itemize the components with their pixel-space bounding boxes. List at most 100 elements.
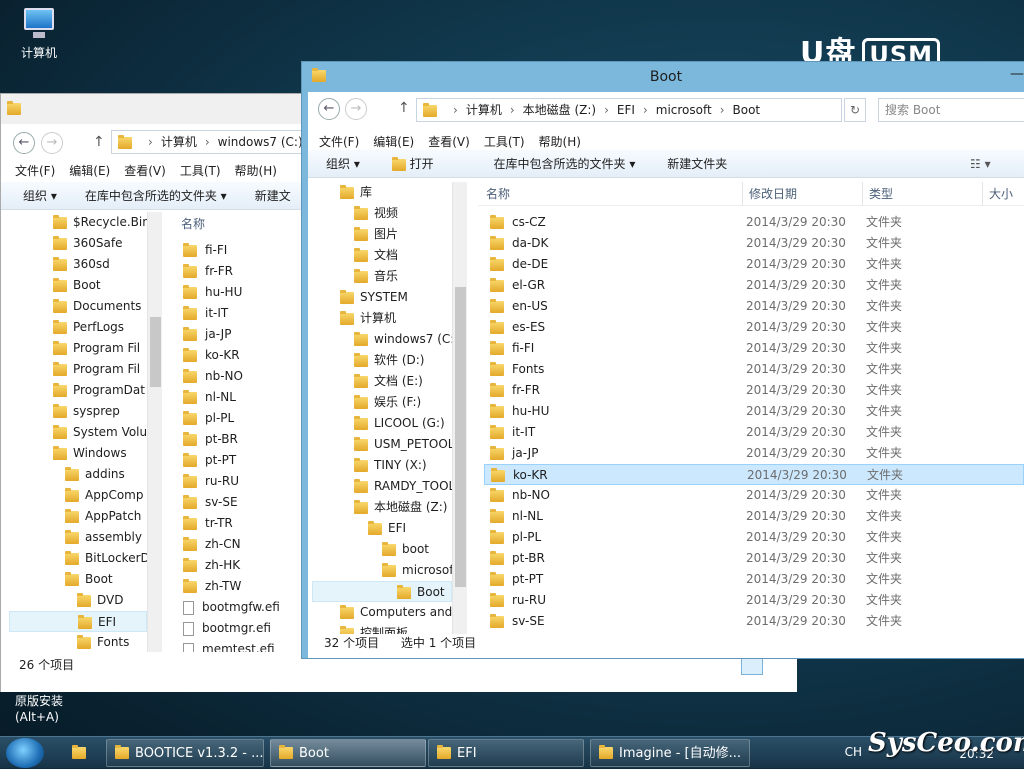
- refresh-icon[interactable]: ↻: [844, 98, 866, 122]
- tree-item[interactable]: PerfLogs: [9, 317, 147, 338]
- tree-item[interactable]: windows7 (C:): [312, 329, 452, 350]
- table-row[interactable]: nb-NO 2014/3/29 20:30 文件夹: [484, 485, 1024, 506]
- menu-item[interactable]: 帮助(H): [539, 135, 581, 149]
- tree-item[interactable]: 文档 (E:): [312, 371, 452, 392]
- list-item[interactable]: nl-NL: [177, 387, 303, 408]
- list-item[interactable]: hu-HU: [177, 282, 303, 303]
- table-row[interactable]: cs-CZ 2014/3/29 20:30 文件夹: [484, 212, 1024, 233]
- breadcrumb-item[interactable]: EFI: [617, 103, 635, 117]
- tree-item[interactable]: 视频: [312, 203, 452, 224]
- tree-item[interactable]: 软件 (D:): [312, 350, 452, 371]
- back-button[interactable]: ←: [318, 98, 340, 120]
- tree-item[interactable]: boot: [312, 539, 452, 560]
- list-item[interactable]: it-IT: [177, 303, 303, 324]
- back-nav-scrollbar[interactable]: [147, 212, 162, 652]
- table-row[interactable]: de-DE 2014/3/29 20:30 文件夹: [484, 254, 1024, 275]
- list-item[interactable]: bootmgr.efi: [177, 618, 303, 639]
- tree-item[interactable]: Computers and: [312, 602, 452, 623]
- taskbar-button[interactable]: Imagine - [自动修...: [590, 739, 750, 767]
- forward-button[interactable]: →: [345, 98, 367, 120]
- table-row[interactable]: ko-KR 2014/3/29 20:30 文件夹: [484, 464, 1024, 485]
- table-row[interactable]: pl-PL 2014/3/29 20:30 文件夹: [484, 527, 1024, 548]
- table-row[interactable]: da-DK 2014/3/29 20:30 文件夹: [484, 233, 1024, 254]
- tree-item[interactable]: $Recycle.Bin: [9, 212, 147, 233]
- new-folder-button[interactable]: 新建文件夹: [667, 157, 727, 171]
- tree-item[interactable]: Boot: [9, 275, 147, 296]
- front-titlebar[interactable]: Boot —: [302, 62, 1024, 92]
- up-button[interactable]: ↑: [398, 100, 410, 116]
- tree-item[interactable]: Program Fil: [9, 359, 147, 380]
- list-item[interactable]: zh-CN: [177, 534, 303, 555]
- taskbar-button[interactable]: Boot: [270, 739, 426, 767]
- col-name[interactable]: 名称: [486, 182, 510, 206]
- menu-item[interactable]: 编辑(E): [373, 135, 414, 149]
- explorer-pinned-icon[interactable]: [72, 744, 86, 759]
- back-address-bar[interactable]: › 计算机 › windows7 (C:): [111, 130, 311, 154]
- tree-item[interactable]: TINY (X:): [312, 455, 452, 476]
- tree-item[interactable]: AppPatch: [9, 506, 147, 527]
- tree-item[interactable]: BitLockerD: [9, 548, 147, 569]
- table-row[interactable]: it-IT 2014/3/29 20:30 文件夹: [484, 422, 1024, 443]
- forward-button[interactable]: →: [41, 132, 63, 154]
- tree-item[interactable]: AppComp: [9, 485, 147, 506]
- command-button[interactable]: 组织 ▾: [23, 189, 57, 203]
- tree-item[interactable]: 娱乐 (F:): [312, 392, 452, 413]
- taskbar-button[interactable]: EFI: [428, 739, 584, 767]
- list-item[interactable]: ko-KR: [177, 345, 303, 366]
- tree-item[interactable]: addins: [9, 464, 147, 485]
- back-button[interactable]: ←: [13, 132, 35, 154]
- open-button[interactable]: 打开: [391, 156, 462, 171]
- tree-item[interactable]: RAMDY_TOOL: [312, 476, 452, 497]
- list-item[interactable]: tr-TR: [177, 513, 303, 534]
- tree-item[interactable]: sysprep: [9, 401, 147, 422]
- table-row[interactable]: ja-JP 2014/3/29 20:30 文件夹: [484, 443, 1024, 464]
- tree-item[interactable]: SYSTEM: [312, 287, 452, 308]
- tree-item[interactable]: 计算机: [312, 308, 452, 329]
- tree-item[interactable]: assembly: [9, 527, 147, 548]
- search-input[interactable]: 搜索 Boot: [878, 98, 1024, 122]
- original-install-shortcut[interactable]: 原版安装 (Alt+A): [15, 693, 63, 725]
- col-type[interactable]: 类型: [862, 182, 893, 206]
- command-button[interactable]: 新建文: [255, 189, 291, 203]
- view-options-icon[interactable]: ☷ ▾: [970, 150, 991, 178]
- menu-item[interactable]: 查看(V): [428, 135, 470, 149]
- table-row[interactable]: hu-HU 2014/3/29 20:30 文件夹: [484, 401, 1024, 422]
- tree-item[interactable]: 图片: [312, 224, 452, 245]
- up-button[interactable]: ↑: [93, 134, 105, 150]
- tree-item[interactable]: USM_PETOOL: [312, 434, 452, 455]
- tree-item[interactable]: 360sd: [9, 254, 147, 275]
- tree-item[interactable]: 文档: [312, 245, 452, 266]
- language-indicator[interactable]: CH: [845, 745, 862, 759]
- tree-item[interactable]: Fonts: [9, 632, 147, 652]
- tree-item[interactable]: EFI: [9, 611, 147, 632]
- list-item[interactable]: sv-SE: [177, 492, 303, 513]
- include-in-library-button[interactable]: 在库中包含所选的文件夹 ▾: [494, 157, 636, 171]
- table-row[interactable]: pt-PT 2014/3/29 20:30 文件夹: [484, 569, 1024, 590]
- start-button[interactable]: [6, 738, 44, 768]
- tree-item[interactable]: LICOOL (G:): [312, 413, 452, 434]
- tree-item[interactable]: System Volu: [9, 422, 147, 443]
- computer-desktop-icon[interactable]: 计算机: [8, 6, 70, 61]
- col-date[interactable]: 修改日期: [742, 182, 797, 206]
- table-row[interactable]: sv-SE 2014/3/29 20:30 文件夹: [484, 611, 1024, 632]
- table-row[interactable]: nl-NL 2014/3/29 20:30 文件夹: [484, 506, 1024, 527]
- tree-item[interactable]: Boot: [9, 569, 147, 590]
- tree-item[interactable]: microsoft: [312, 560, 452, 581]
- table-row[interactable]: ru-RU 2014/3/29 20:30 文件夹: [484, 590, 1024, 611]
- list-item[interactable]: zh-TW: [177, 576, 303, 597]
- menu-item[interactable]: 工具(T): [484, 135, 525, 149]
- tree-item[interactable]: 360Safe: [9, 233, 147, 254]
- table-row[interactable]: en-US 2014/3/29 20:30 文件夹: [484, 296, 1024, 317]
- list-item[interactable]: bootmgfw.efi: [177, 597, 303, 618]
- tree-item[interactable]: Documents: [9, 296, 147, 317]
- breadcrumb-item[interactable]: 计算机: [466, 103, 502, 117]
- col-size[interactable]: 大小: [982, 182, 1013, 206]
- menu-item[interactable]: 查看(V): [124, 164, 166, 178]
- list-item[interactable]: pt-BR: [177, 429, 303, 450]
- list-item[interactable]: fr-FR: [177, 261, 303, 282]
- breadcrumb-item[interactable]: 本地磁盘 (Z:): [523, 103, 596, 117]
- list-item[interactable]: ru-RU: [177, 471, 303, 492]
- tree-item[interactable]: 本地磁盘 (Z:): [312, 497, 452, 518]
- tree-item[interactable]: ProgramDat: [9, 380, 147, 401]
- menu-item[interactable]: 文件(F): [15, 164, 55, 178]
